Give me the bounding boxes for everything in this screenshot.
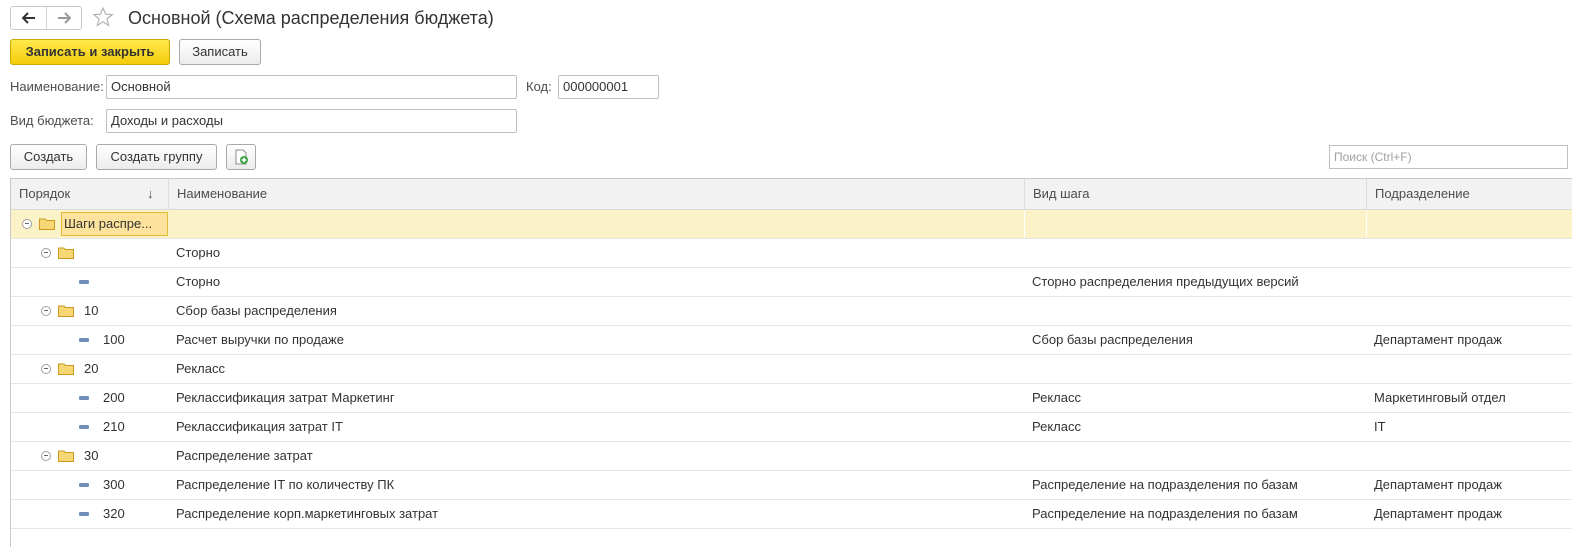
order-cell: 100 bbox=[103, 332, 125, 347]
department-cell: Департамент продаж bbox=[1374, 477, 1502, 492]
sort-down-icon: ↓ bbox=[147, 186, 154, 201]
name-cell: Распределение корп.маркетинговых затрат bbox=[176, 506, 439, 521]
name-cell: Сбор базы распределения bbox=[176, 303, 337, 318]
name-cell: Сторно bbox=[176, 245, 221, 260]
table-row[interactable]: Шаги распре... bbox=[11, 210, 1572, 239]
name-field[interactable]: Основной bbox=[106, 75, 517, 99]
order-cell: 320 bbox=[103, 506, 125, 521]
name-cell: Реклacc bbox=[176, 361, 225, 376]
order-cell: 10 bbox=[84, 303, 99, 318]
table-row[interactable]: 30 Распределение затрат bbox=[11, 442, 1572, 471]
collapse-icon[interactable] bbox=[41, 248, 51, 258]
budget-type-field[interactable]: Доходы и расходы bbox=[106, 109, 517, 133]
table-row[interactable]: Сторно Сторно распределения предыдущих в… bbox=[11, 268, 1572, 297]
forward-button[interactable] bbox=[46, 7, 81, 29]
name-cell: Реклассификация затрат IT bbox=[176, 419, 343, 434]
search-input[interactable]: Поиск (Ctrl+F) bbox=[1329, 145, 1568, 169]
collapse-icon[interactable] bbox=[41, 364, 51, 374]
name-cell: Реклассификация затрат Маркетинг bbox=[176, 390, 395, 405]
step-type-cell: Реклacc bbox=[1032, 419, 1081, 434]
department-cell: Департамент продаж bbox=[1374, 506, 1502, 521]
table-row[interactable]: Сторно bbox=[11, 239, 1572, 268]
table-row[interactable]: 100 Расчет выручки по продаже Сбор базы … bbox=[11, 326, 1572, 355]
table-row[interactable]: 300 Распределение IT по количеству ПК Ра… bbox=[11, 471, 1572, 500]
code-label: Код: bbox=[526, 79, 552, 94]
folder-icon bbox=[58, 247, 74, 259]
item-dash-icon bbox=[79, 338, 89, 342]
table-row[interactable]: 210 Реклассификация затрат IT Реклacc IT bbox=[11, 413, 1572, 442]
code-field[interactable]: 000000001 bbox=[558, 75, 659, 99]
save-and-close-button[interactable]: Записать и закрыть bbox=[10, 39, 170, 65]
item-dash-icon bbox=[79, 483, 89, 487]
item-dash-icon bbox=[79, 396, 89, 400]
column-order-label: Порядок bbox=[19, 186, 71, 201]
arrow-left-icon bbox=[21, 12, 35, 24]
department-cell bbox=[1366, 210, 1572, 238]
create-group-button[interactable]: Создать группу bbox=[96, 144, 217, 170]
table-row[interactable]: 200 Реклассификация затрат Маркетинг Рек… bbox=[11, 384, 1572, 413]
folder-icon bbox=[58, 450, 74, 462]
collapse-icon[interactable] bbox=[41, 306, 51, 316]
table-row[interactable]: 320 Распределение корп.маркетинговых зат… bbox=[11, 500, 1572, 529]
step-type-cell: Распределение на подразделения по базам bbox=[1032, 477, 1298, 492]
table-row[interactable]: 10 Сбор базы распределения bbox=[11, 297, 1572, 326]
collapse-icon[interactable] bbox=[22, 219, 32, 229]
step-type-cell: Реклacc bbox=[1032, 390, 1081, 405]
budget-type-label: Вид бюджета: bbox=[10, 113, 94, 128]
back-button[interactable] bbox=[11, 7, 46, 29]
name-cell: Расчет выручки по продаже bbox=[176, 332, 344, 347]
department-cell: Маркетинговый отдел bbox=[1374, 390, 1506, 405]
table-header: Порядок ↓ Наименование Вид шага Подразде… bbox=[11, 179, 1572, 210]
order-cell: 300 bbox=[103, 477, 125, 492]
step-type-cell: Сторно распределения предыдущих версий bbox=[1032, 274, 1299, 289]
table-row[interactable]: 20 Реклacc bbox=[11, 355, 1572, 384]
add-from-file-button[interactable] bbox=[226, 144, 256, 170]
order-cell: 20 bbox=[84, 361, 99, 376]
item-dash-icon bbox=[79, 280, 89, 284]
folder-icon bbox=[58, 363, 74, 375]
column-step-type[interactable]: Вид шага bbox=[1024, 179, 1366, 209]
create-button[interactable]: Создать bbox=[10, 144, 87, 170]
page-title: Основной (Схема распределения бюджета) bbox=[128, 8, 494, 28]
star-icon bbox=[92, 6, 114, 27]
navigation-buttons bbox=[10, 6, 82, 30]
folder-icon bbox=[58, 305, 74, 317]
arrow-right-icon bbox=[58, 12, 71, 24]
collapse-icon[interactable] bbox=[41, 451, 51, 461]
order-cell: 200 bbox=[103, 390, 125, 405]
document-add-icon bbox=[235, 149, 248, 165]
folder-icon bbox=[39, 218, 55, 230]
name-cell: Распределение затрат bbox=[176, 448, 313, 463]
department-cell: IT bbox=[1374, 419, 1386, 434]
name-label: Наименование: bbox=[10, 79, 104, 94]
favorite-button[interactable] bbox=[92, 6, 116, 28]
name-cell: Сторно bbox=[176, 274, 221, 289]
steps-table: Порядок ↓ Наименование Вид шага Подразде… bbox=[10, 178, 1572, 547]
order-cell: 30 bbox=[84, 448, 99, 463]
department-cell: Департамент продаж bbox=[1374, 332, 1502, 347]
order-cell-editing[interactable]: Шаги распре... bbox=[61, 212, 168, 236]
column-name[interactable]: Наименование bbox=[168, 179, 1024, 209]
step-type-cell: Сбор базы распределения bbox=[1032, 332, 1193, 347]
item-dash-icon bbox=[79, 425, 89, 429]
name-cell: Распределение IT по количеству ПК bbox=[176, 477, 395, 492]
step-type-cell bbox=[1024, 210, 1366, 238]
order-cell: 210 bbox=[103, 419, 125, 434]
column-order[interactable]: Порядок ↓ bbox=[11, 179, 168, 209]
item-dash-icon bbox=[79, 512, 89, 516]
step-type-cell: Распределение на подразделения по базам bbox=[1032, 506, 1298, 521]
save-button[interactable]: Записать bbox=[179, 39, 261, 65]
column-department[interactable]: Подразделение bbox=[1366, 179, 1572, 209]
